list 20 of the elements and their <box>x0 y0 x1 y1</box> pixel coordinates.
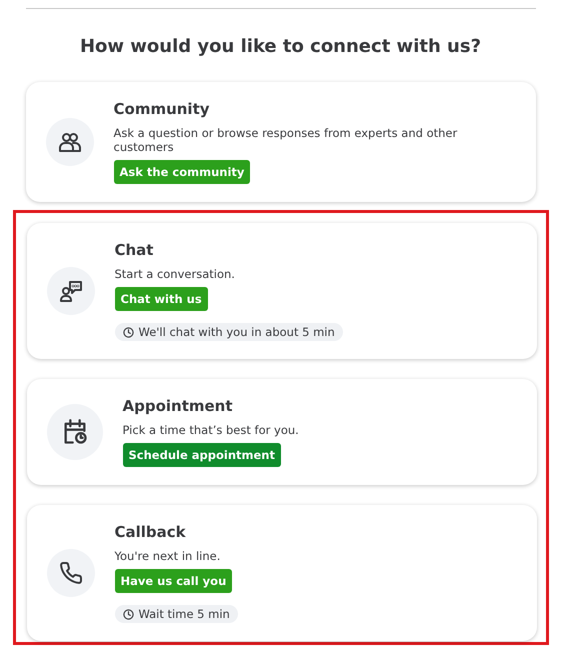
action-button[interactable]: Chat with us <box>114 287 208 311</box>
action-button[interactable]: Ask the community <box>114 160 250 184</box>
page-heading: How would you like to connect with us? <box>80 36 482 57</box>
wait-time-text: We'll chat with you in about 5 min <box>138 325 335 339</box>
option-title: Appointment <box>122 397 233 415</box>
option-description: Pick a time that’s best for you. <box>122 423 299 437</box>
option-description: Ask a question or browse responses from experts and other customers <box>114 126 458 154</box>
action-button[interactable]: Have us call you <box>114 569 232 593</box>
action-button[interactable]: Schedule appointment <box>122 443 281 467</box>
wait-time-text: Wait time 5 min <box>138 607 230 621</box>
option-description: Start a conversation. <box>114 267 235 281</box>
clock-icon <box>122 608 134 620</box>
option-title: Community <box>114 100 210 118</box>
option-title: Callback <box>114 523 186 541</box>
chat-person-icon <box>58 279 82 303</box>
option-title: Chat <box>114 241 154 259</box>
phone-icon <box>58 561 82 585</box>
clock-icon <box>122 326 134 338</box>
people-icon <box>58 130 82 154</box>
option-description: You're next in line. <box>114 549 220 563</box>
